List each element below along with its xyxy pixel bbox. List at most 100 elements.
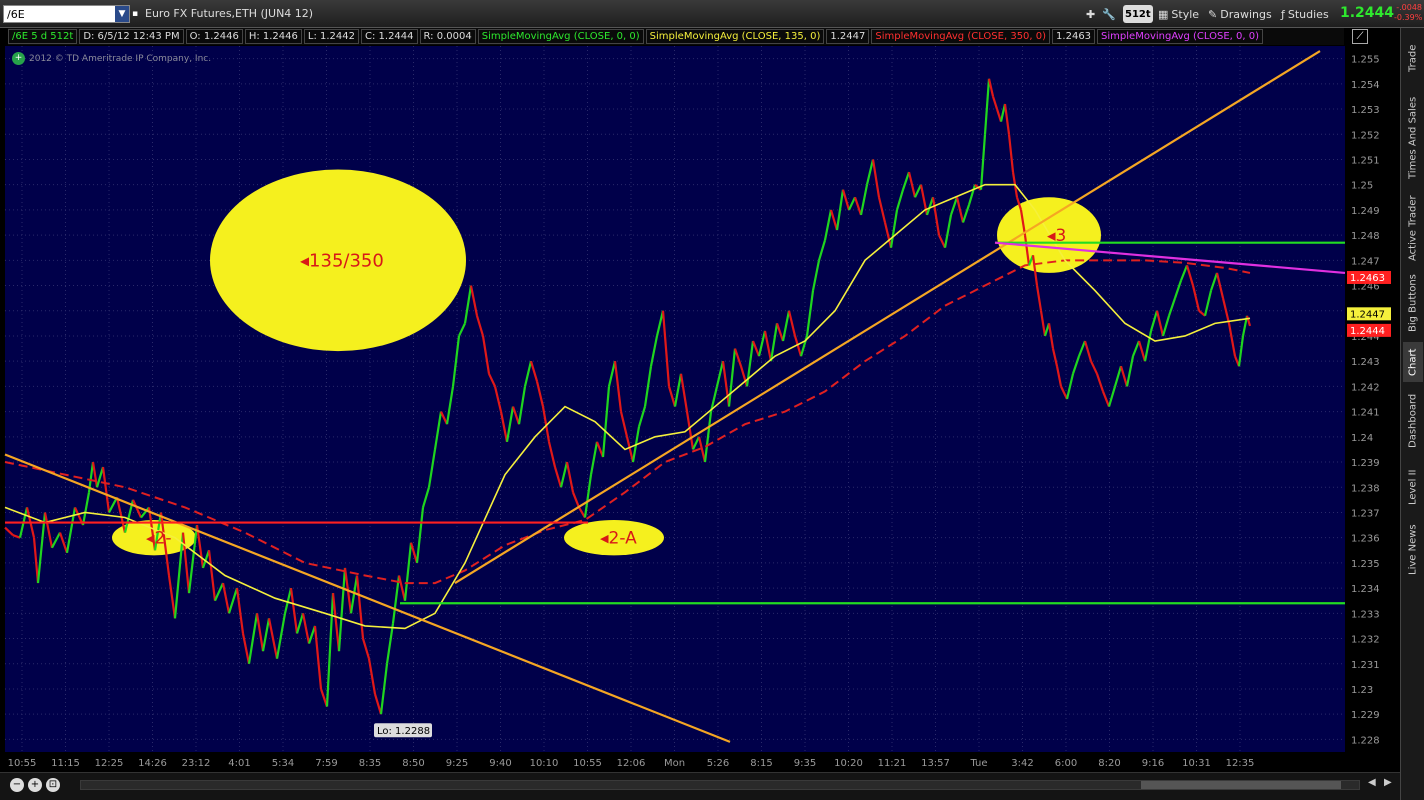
- x-tick-label: 14:26: [138, 758, 167, 769]
- x-tick-label: 12:25: [95, 758, 124, 769]
- zoom-fit-icon[interactable]: ⊡: [46, 778, 60, 792]
- chart-toolbar: /6E ▼ ▪ Euro FX Futures,ETH (JUN4 12) ✚ …: [0, 0, 1424, 28]
- last-price: 1.2444: [1340, 5, 1395, 21]
- price-chart[interactable]: 1.255 1.254 1.253 1.252 1.251 1.25 1.249 1.248 1…: [0, 0, 1400, 772]
- y-tick-label: 1.254: [1351, 80, 1380, 91]
- y-tick-label: 1.242: [1351, 382, 1380, 393]
- tab-dashboard[interactable]: Dashboard: [1403, 388, 1423, 454]
- style-button[interactable]: ▦ Style: [1158, 5, 1199, 23]
- x-tick-label: 9:40: [489, 758, 511, 769]
- x-tick-label: 10:55: [8, 758, 37, 769]
- y-tick-label: 1.228: [1351, 735, 1380, 746]
- studies-button[interactable]: ƒ Studies: [1281, 5, 1329, 23]
- y-tick-label: 1.231: [1351, 660, 1380, 671]
- symbol-input[interactable]: /6E: [4, 8, 115, 21]
- y-tick-label: 1.237: [1351, 508, 1380, 519]
- study-sma-4[interactable]: SimpleMovingAvg (CLOSE, 0, 0): [1097, 29, 1263, 44]
- tab-live-news[interactable]: Live News: [1403, 520, 1423, 580]
- x-tick-label: 9:16: [1142, 758, 1164, 769]
- y-tick-label: 1.236: [1351, 534, 1380, 545]
- change-absolute: -.0048: [1396, 3, 1422, 12]
- x-tick-label: 13:57: [921, 758, 950, 769]
- x-tick-label: 8:35: [359, 758, 381, 769]
- tab-active-trader[interactable]: Active Trader: [1403, 192, 1423, 264]
- x-tick-label: 5:34: [272, 758, 294, 769]
- drawings-label: Drawings: [1220, 7, 1272, 21]
- y-tick-label: 1.243: [1351, 357, 1380, 368]
- plus-icon[interactable]: +: [12, 52, 25, 65]
- scroll-left-icon[interactable]: ◀: [1368, 777, 1376, 788]
- x-tick-label: 10:20: [834, 758, 863, 769]
- x-tick-label: 10:55: [573, 758, 602, 769]
- bar-open: O: 1.2446: [185, 29, 243, 44]
- studies-icon: ƒ: [1281, 7, 1285, 21]
- x-tick-label: 6:00: [1055, 758, 1077, 769]
- tab-chart[interactable]: Chart: [1403, 342, 1423, 382]
- study-sma-1[interactable]: SimpleMovingAvg (CLOSE, 0, 0): [477, 29, 644, 44]
- link-icon[interactable]: ▪: [132, 9, 138, 19]
- x-tick-label: 4:01: [228, 758, 250, 769]
- tab-big-buttons[interactable]: Big Buttons: [1403, 270, 1423, 336]
- x-tick-label: 12:06: [617, 758, 646, 769]
- price-axis-label: 1.2444: [1350, 326, 1385, 337]
- copyright-notice: + 2012 © TD Ameritrade IP Company, Inc.: [12, 52, 211, 65]
- zoom-in-icon[interactable]: +: [28, 778, 42, 792]
- x-tick-label: 7:59: [315, 758, 337, 769]
- bar-close: C: 1.2444: [361, 29, 418, 44]
- bar-high: H: 1.2446: [244, 29, 302, 44]
- study-sma-350[interactable]: SimpleMovingAvg (CLOSE, 350, 0): [871, 29, 1051, 44]
- x-tick-label: 8:15: [750, 758, 772, 769]
- x-tick-label: 10:10: [530, 758, 559, 769]
- chevron-down-icon[interactable]: ▼: [115, 6, 129, 22]
- x-tick-label: 11:15: [51, 758, 80, 769]
- y-tick-label: 1.25: [1351, 181, 1373, 192]
- bar-low: L: 1.2442: [303, 29, 359, 44]
- y-tick-label: 1.24: [1351, 433, 1373, 444]
- chart-symbol-info[interactable]: /6E 5 d 512t: [8, 29, 78, 44]
- tab-level-ii[interactable]: Level II: [1403, 460, 1423, 514]
- scroll-thumb[interactable]: [1141, 781, 1341, 789]
- scroll-right-icon[interactable]: ▶: [1384, 777, 1392, 788]
- y-tick-label: 1.234: [1351, 584, 1380, 595]
- x-tick-label: 9:35: [794, 758, 816, 769]
- y-tick-label: 1.252: [1351, 130, 1380, 141]
- bar-range: R: 0.0004: [419, 29, 476, 44]
- study-info-bar: /6E 5 d 512t D: 6/5/12 12:43 PM O: 1.244…: [8, 28, 1344, 45]
- tab-times-and-sales[interactable]: Times And Sales: [1403, 90, 1423, 186]
- drawing-mode-icon[interactable]: ⟋: [1352, 29, 1368, 44]
- aggregation-button[interactable]: 512t: [1123, 5, 1153, 23]
- net-change: -.0048 -0.39%: [1394, 3, 1422, 23]
- x-tick-label: 5:26: [707, 758, 729, 769]
- wrench-icon[interactable]: 🔧: [1102, 5, 1116, 23]
- zoom-out-icon[interactable]: −: [10, 778, 24, 792]
- x-tick-label: Mon: [664, 758, 685, 769]
- instrument-title: Euro FX Futures,ETH (JUN4 12): [145, 7, 314, 20]
- y-tick-label: 1.229: [1351, 710, 1380, 721]
- x-tick-label: 10:31: [1182, 758, 1211, 769]
- horizontal-scrollbar[interactable]: [80, 780, 1360, 790]
- y-tick-label: 1.253: [1351, 105, 1380, 116]
- symbol-selector[interactable]: /6E ▼: [3, 5, 130, 23]
- change-percent: -0.39%: [1394, 13, 1423, 22]
- x-tick-label: 11:21: [878, 758, 907, 769]
- drawings-button[interactable]: ✎ Drawings: [1208, 5, 1272, 23]
- x-tick-label: 8:20: [1098, 758, 1120, 769]
- study-sma-135-value: 1.2447: [826, 29, 870, 44]
- annotation-label: ◂135/350: [300, 250, 384, 271]
- y-tick-label: 1.249: [1351, 206, 1380, 217]
- study-sma-135[interactable]: SimpleMovingAvg (CLOSE, 135, 0): [645, 29, 825, 44]
- price-axis-label: 1.2463: [1350, 273, 1385, 284]
- annotation-label: ◂2-: [146, 529, 171, 549]
- y-tick-label: 1.239: [1351, 458, 1380, 469]
- y-tick-label: 1.23: [1351, 685, 1373, 696]
- tab-trade[interactable]: Trade: [1403, 32, 1423, 84]
- crosshair-tool-icon[interactable]: ✚: [1086, 5, 1095, 23]
- pencil-icon: ✎: [1208, 7, 1218, 21]
- bar-date: D: 6/5/12 12:43 PM: [79, 29, 184, 44]
- x-tick-label: Tue: [969, 758, 987, 769]
- studies-label: Studies: [1287, 7, 1329, 21]
- x-tick-label: 3:42: [1011, 758, 1033, 769]
- y-tick-label: 1.238: [1351, 483, 1380, 494]
- x-tick-label: 8:50: [402, 758, 424, 769]
- y-tick-label: 1.255: [1351, 55, 1380, 66]
